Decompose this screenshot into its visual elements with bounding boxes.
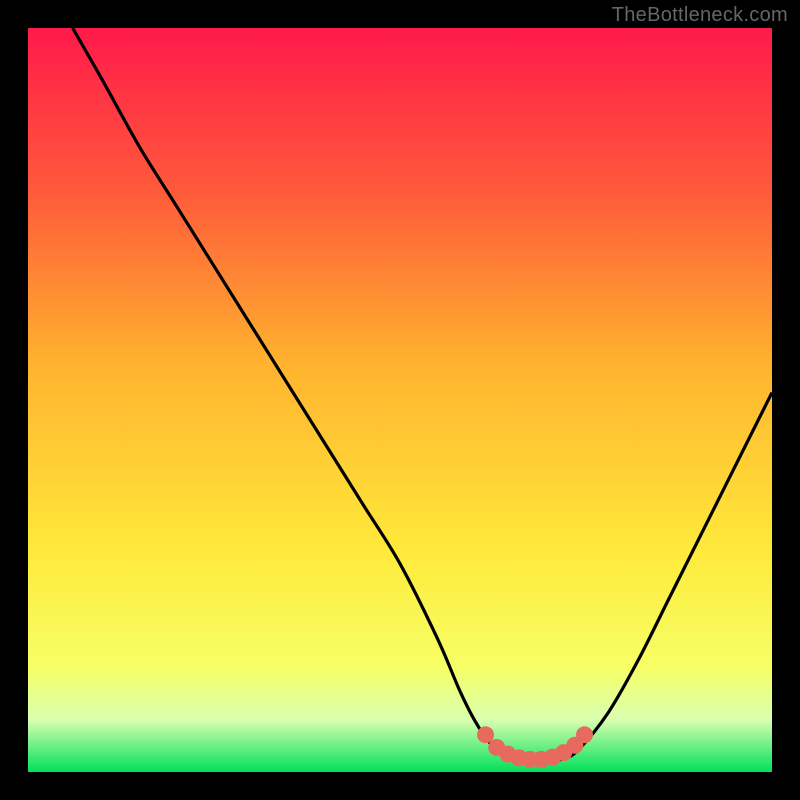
watermark-text: TheBottleneck.com xyxy=(612,4,788,27)
highlight-dot xyxy=(576,726,593,743)
gradient-bg xyxy=(28,28,772,772)
chart-svg xyxy=(28,28,772,772)
plot-frame xyxy=(28,28,772,772)
